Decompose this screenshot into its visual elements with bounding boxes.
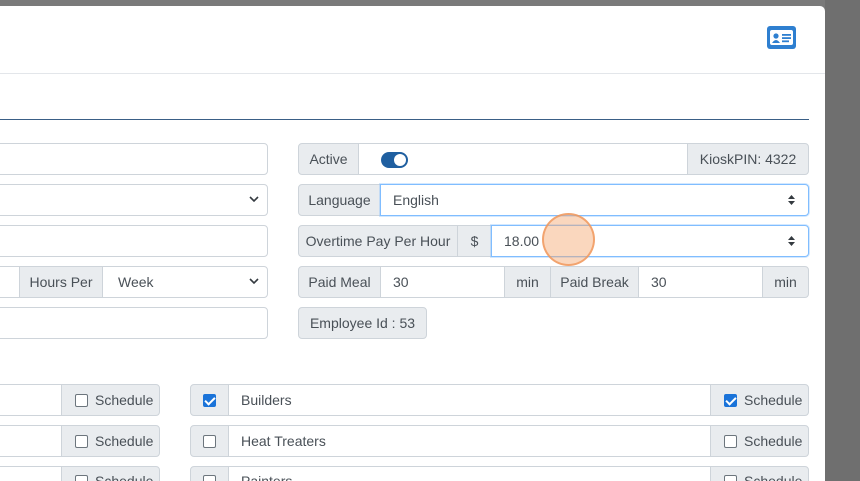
dept-row-heat-treaters: Heat Treaters (228, 425, 711, 457)
paid-meal-unit: min (504, 266, 551, 298)
id-card-button[interactable] (767, 26, 796, 49)
left-schedule-label-1: Schedule (95, 392, 154, 408)
left-text-field-1[interactable] (0, 143, 268, 175)
kiosk-pin-badge: KioskPIN: 4322 (687, 143, 809, 175)
modal-backdrop (825, 0, 860, 481)
toggle-knob (394, 154, 406, 166)
paid-break-unit-text: min (774, 274, 797, 290)
dept-name-builders: Builders (241, 392, 292, 408)
dept-schedule-checkbox-painters[interactable] (724, 475, 737, 481)
overtime-label-text: Overtime Pay Per Hour (305, 233, 451, 249)
section-divider (0, 119, 809, 120)
dept-row-builders: Builders (228, 384, 711, 416)
kiosk-pin-text: KioskPIN: 4322 (699, 151, 797, 167)
paid-meal-label: Paid Meal (298, 266, 381, 298)
left-dept-row-2 (0, 425, 62, 457)
left-dept-row-1 (0, 384, 62, 416)
dept-checkbox-addon-2[interactable] (190, 425, 229, 457)
chevron-down-icon (249, 196, 259, 203)
chevron-down-icon (249, 278, 259, 285)
paid-meal-input[interactable]: 30 (380, 266, 505, 298)
paid-break-label: Paid Break (550, 266, 639, 298)
language-label: Language (298, 184, 381, 216)
paid-meal-unit-text: min (516, 274, 539, 290)
paid-break-label-text: Paid Break (560, 274, 629, 290)
currency-addon: $ (457, 225, 492, 257)
number-spinner-icon[interactable] (787, 234, 796, 248)
dept-checkbox-addon-3[interactable] (190, 466, 229, 481)
dept-checkbox-builders[interactable] (203, 393, 216, 407)
dept-schedule-addon-painters[interactable]: Schedule (710, 466, 809, 481)
employee-id-text: Employee Id : 53 (309, 315, 416, 331)
paid-break-input[interactable]: 30 (638, 266, 763, 298)
overtime-value: 18.00 (504, 233, 540, 249)
dept-name-heat-treaters: Heat Treaters (241, 433, 326, 449)
left-schedule-label-3: Schedule (95, 473, 154, 481)
left-dept-row-3 (0, 466, 62, 481)
dept-row-painters: Painters (228, 466, 711, 481)
left-select-field[interactable] (0, 184, 268, 216)
id-card-icon (770, 30, 793, 45)
paid-meal-label-text: Paid Meal (308, 274, 371, 290)
dept-checkbox-addon-1[interactable] (190, 384, 229, 416)
currency-symbol: $ (470, 233, 479, 249)
left-text-field-2[interactable] (0, 225, 268, 257)
left-schedule-addon-1[interactable]: Schedule (61, 384, 160, 416)
overtime-label: Overtime Pay Per Hour (298, 225, 458, 257)
dept-schedule-label-builders: Schedule (744, 392, 803, 408)
left-schedule-addon-2[interactable]: Schedule (61, 425, 160, 457)
dept-schedule-addon-builders[interactable]: Schedule (710, 384, 809, 416)
active-label-text: Active (309, 151, 348, 167)
select-arrows-icon (788, 195, 795, 205)
left-schedule-label-2: Schedule (95, 433, 154, 449)
active-toggle[interactable] (381, 152, 408, 168)
left-text-field-3[interactable] (0, 307, 268, 339)
left-schedule-addon-3[interactable]: Schedule (61, 466, 160, 481)
language-value: English (393, 192, 439, 208)
dept-schedule-checkbox-heat-treaters[interactable] (724, 434, 737, 448)
overtime-input[interactable]: 18.00 (491, 225, 809, 257)
dept-schedule-addon-heat-treaters[interactable]: Schedule (710, 425, 809, 457)
dept-checkbox-painters[interactable] (203, 475, 216, 481)
modal-header (0, 6, 825, 74)
active-label: Active (298, 143, 359, 175)
hours-per-label: Hours Per (19, 266, 103, 298)
dept-schedule-label-painters: Schedule (744, 473, 803, 481)
employee-id-badge: Employee Id : 53 (298, 307, 427, 339)
language-select[interactable]: English (380, 184, 809, 216)
paid-meal-value: 30 (393, 274, 409, 290)
hours-per-value: Week (118, 274, 154, 290)
language-label-text: Language (308, 192, 371, 208)
left-schedule-checkbox-3[interactable] (75, 475, 88, 481)
paid-break-value: 30 (651, 274, 667, 290)
hours-per-text: Hours Per (29, 274, 93, 290)
dept-name-painters: Painters (241, 473, 293, 481)
dept-schedule-checkbox-builders[interactable] (724, 393, 737, 407)
left-schedule-checkbox-1[interactable] (75, 393, 88, 407)
dept-checkbox-heat-treaters[interactable] (203, 434, 216, 448)
left-schedule-checkbox-2[interactable] (75, 434, 88, 448)
hours-per-select[interactable]: Week (102, 266, 268, 298)
dept-schedule-label-heat-treaters: Schedule (744, 433, 803, 449)
hours-value-field[interactable] (0, 266, 20, 298)
paid-break-unit: min (762, 266, 809, 298)
